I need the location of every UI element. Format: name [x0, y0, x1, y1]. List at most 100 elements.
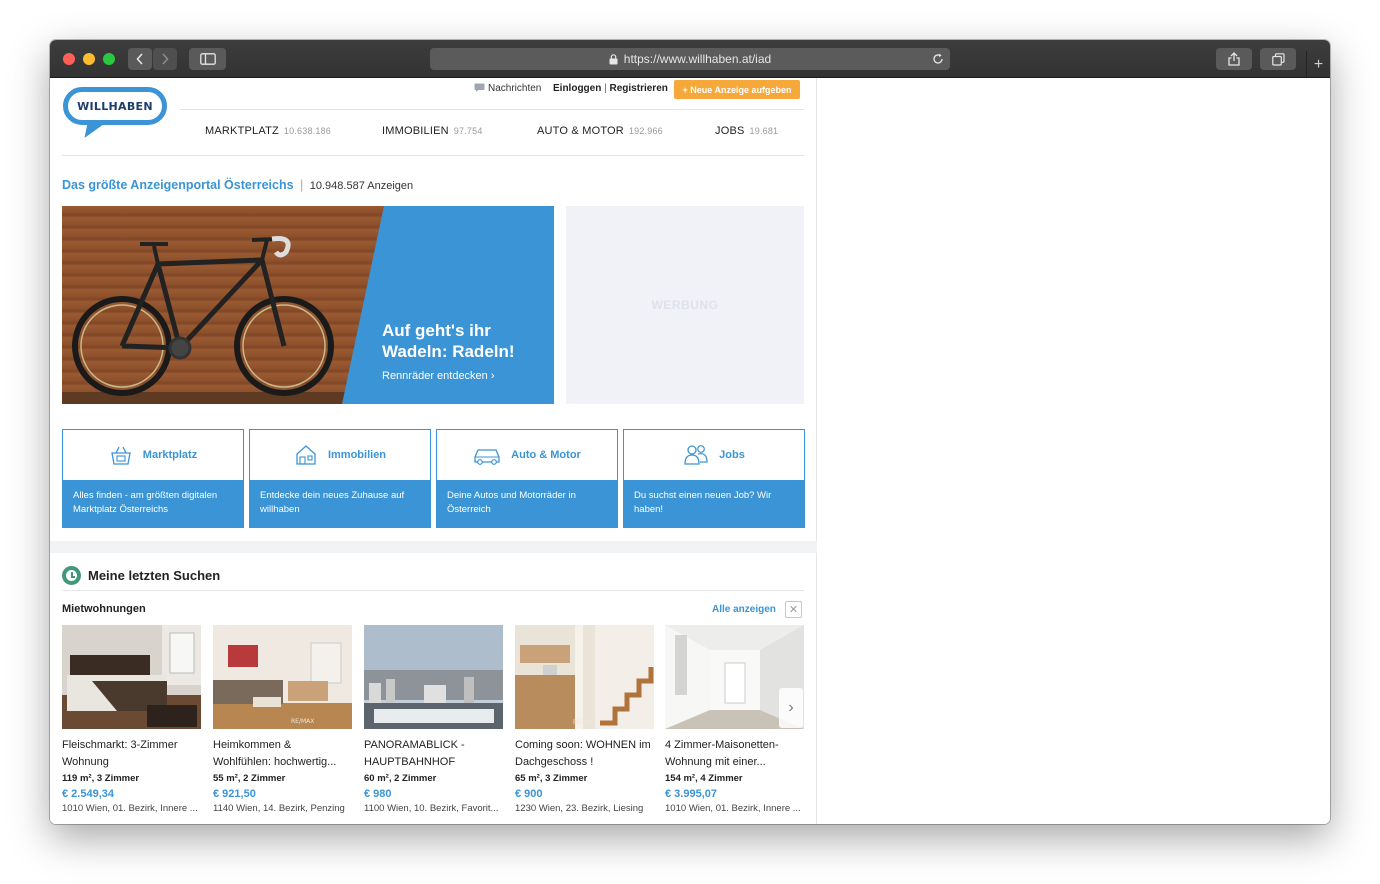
- nav-immobilien[interactable]: IMMOBILIEN 97.754: [382, 125, 483, 137]
- messages-label: Nachrichten: [488, 83, 542, 94]
- house-icon: [296, 445, 316, 465]
- category-title: Immobilien: [327, 449, 387, 461]
- new-ad-label: + Neue Anzeige aufgeben: [682, 84, 792, 95]
- city-panorama-photo: [364, 625, 503, 729]
- sidebar-toggle-button[interactable]: [189, 48, 226, 70]
- listing-card[interactable]: PANORAMABLICK - HAUPTBAHNHOF 60 m², 2 Zi…: [364, 625, 503, 814]
- listing-meta: 55 m², 2 Zimmer: [213, 773, 286, 784]
- kitchen-stairs-photo: RE/MAX: [515, 625, 654, 729]
- show-all-link[interactable]: Alle anzeigen: [712, 604, 776, 615]
- listing-meta: 119 m², 3 Zimmer: [62, 773, 140, 784]
- share-button[interactable]: [1216, 48, 1252, 70]
- maximize-window-button[interactable]: [103, 53, 115, 65]
- category-title: Auto & Motor: [511, 449, 581, 461]
- back-button[interactable]: [128, 48, 152, 70]
- listing-title: PANORAMABLICK - HAUPTBAHNHOF: [364, 739, 465, 768]
- category-card-marktplatz[interactable]: Marktplatz Alles finden - am größten dig…: [62, 429, 244, 528]
- login-link[interactable]: Einloggen: [553, 83, 601, 94]
- category-header: Auto & Motor: [437, 430, 617, 480]
- address-bar[interactable]: https://www.willhaben.at/iad: [430, 48, 950, 70]
- close-window-button[interactable]: [63, 53, 75, 65]
- plus-icon: +: [1313, 55, 1324, 73]
- hero-banner[interactable]: Auf geht's ihr Wadeln: Radeln! Rennräder…: [62, 206, 554, 404]
- lock-icon: [609, 53, 618, 64]
- close-icon: ✕: [788, 604, 799, 616]
- remove-search-button[interactable]: ✕: [785, 601, 802, 618]
- nav-label: MARKTPLATZ: [205, 125, 279, 137]
- nav-label: AUTO & MOTOR: [537, 125, 624, 137]
- listing-card[interactable]: RE/MAX Heimkommen & Wohlfühlen: hochwert…: [213, 625, 352, 814]
- bedroom-photo: [62, 625, 201, 729]
- nav-count: 97.754: [453, 126, 483, 136]
- reload-icon[interactable]: [932, 53, 944, 65]
- header-divider-bottom: [62, 155, 804, 156]
- tagline-text: Das größte Anzeigenportal Österreichs: [62, 178, 294, 192]
- category-card-immobilien[interactable]: Immobilien Entdecke dein neues Zuhause a…: [249, 429, 431, 528]
- chevron-right-icon: ›: [788, 699, 794, 716]
- tagline: Das größte Anzeigenportal Österreichs | …: [62, 178, 413, 192]
- car-icon: [474, 449, 500, 465]
- page-content: WILLHABEN Nachrichten Einloggen | Regist…: [50, 78, 1330, 824]
- listing-price: € 3.995,07: [665, 788, 717, 800]
- ad-placeholder: WERBUNG: [566, 206, 804, 404]
- browser-window: https://www.willhaben.at/iad + WILLHABEN: [50, 40, 1330, 824]
- share-icon: [1228, 52, 1240, 66]
- listing-card[interactable]: RE/MAX Coming soon: WOHNEN im Dachgescho…: [515, 625, 654, 814]
- nav-label: IMMOBILIEN: [382, 125, 449, 137]
- category-title: Jobs: [719, 449, 745, 461]
- category-header: Immobilien: [250, 430, 430, 480]
- search-divider: [62, 590, 804, 591]
- nav-count: 192.966: [628, 126, 663, 136]
- messages-link[interactable]: Nachrichten: [474, 83, 541, 94]
- listing-location: 1230 Wien, 23. Bezirk, Liesing: [515, 803, 644, 814]
- category-header: Jobs: [624, 430, 804, 480]
- minimize-window-button[interactable]: [83, 53, 95, 65]
- tagline-separator: |: [300, 178, 304, 192]
- new-ad-button[interactable]: + Neue Anzeige aufgeben: [674, 80, 800, 99]
- auth-links: Einloggen | Registrieren: [553, 83, 668, 94]
- chat-bubble-icon: [474, 83, 485, 92]
- ad-label: WERBUNG: [651, 298, 719, 312]
- listing-image: [62, 625, 201, 729]
- hero-title: Auf geht's ihr Wadeln: Radeln!: [382, 321, 515, 361]
- listing-title: Heimkommen & Wohlfühlen: hochwertig...: [213, 739, 337, 768]
- register-link[interactable]: Registrieren: [610, 83, 668, 94]
- listing-meta: 65 m², 3 Zimmer: [515, 773, 588, 784]
- main-column: WILLHABEN Nachrichten Einloggen | Regist…: [50, 78, 817, 824]
- header-divider-top: [180, 109, 804, 110]
- listing-price: € 2.549,34: [62, 788, 114, 800]
- bicycle-image: [62, 236, 362, 404]
- category-description: Deine Autos und Motorräder in Österreich: [437, 480, 617, 527]
- clock-icon: [62, 566, 81, 585]
- category-card-auto-motor[interactable]: Auto & Motor Deine Autos und Motorräder …: [436, 429, 618, 528]
- svg-text:RE/MAX: RE/MAX: [291, 718, 314, 725]
- nav-marktplatz[interactable]: MARKTPLATZ 10.638.186: [205, 125, 331, 137]
- svg-text:RE/MAX: RE/MAX: [573, 719, 596, 726]
- new-tab-button[interactable]: +: [1306, 51, 1330, 78]
- listing-title: 4 Zimmer-Maisonetten-Wohnung mit einer..…: [665, 739, 779, 768]
- tabs-overview-button[interactable]: [1260, 48, 1296, 70]
- listing-title: Fleischmarkt: 3-Zimmer Wohnung: [62, 739, 178, 768]
- search-category-title: Mietwohnungen: [62, 603, 146, 615]
- listing-card[interactable]: Fleischmarkt: 3-Zimmer Wohnung 119 m², 3…: [62, 625, 201, 814]
- url-text: https://www.willhaben.at/iad: [623, 52, 772, 66]
- nav-jobs[interactable]: JOBS 19.681: [715, 125, 778, 137]
- listing-location: 1140 Wien, 14. Bezirk, Penzing: [213, 803, 345, 814]
- auth-separator: |: [604, 83, 607, 94]
- chevron-right-icon: [162, 53, 169, 65]
- carousel-next-button[interactable]: ›: [779, 688, 803, 728]
- logo-bubble: WILLHABEN: [63, 87, 167, 125]
- category-card-jobs[interactable]: Jobs Du suchst einen neuen Job? Wir habe…: [623, 429, 805, 528]
- nav-auto-motor[interactable]: AUTO & MOTOR 192.966: [537, 125, 663, 137]
- listing-location: 1100 Wien, 10. Bezirk, Favorit...: [364, 803, 499, 814]
- listing-location: 1010 Wien, 01. Bezirk, Innere ...: [665, 803, 801, 814]
- chevron-left-icon: [136, 53, 143, 65]
- listing-price: € 900: [515, 788, 543, 800]
- tabs-icon: [1271, 52, 1285, 66]
- listing-meta: 154 m², 4 Zimmer: [665, 773, 743, 784]
- listing-price: € 980: [364, 788, 392, 800]
- listing-image: RE/MAX: [213, 625, 352, 729]
- forward-button[interactable]: [153, 48, 177, 70]
- section-divider: [50, 541, 817, 553]
- hero-link[interactable]: Rennräder entdecken ›: [382, 370, 495, 382]
